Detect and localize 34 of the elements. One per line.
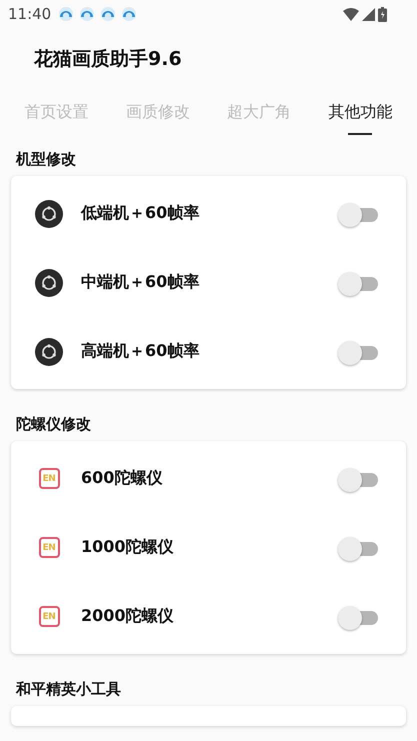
language-icon: EN — [38, 468, 60, 489]
section-title: 机型修改 — [16, 150, 76, 168]
toggle-switch[interactable] — [338, 536, 378, 560]
toggle-switch[interactable] — [338, 604, 378, 628]
setting-label: 低端机＋60帧率 — [81, 203, 200, 224]
notification-icon — [121, 6, 138, 22]
tab[interactable]: 其他功能 — [326, 92, 394, 136]
notification-icon — [58, 6, 74, 22]
notification-icon — [100, 6, 116, 22]
section-title: 陀螺仪修改 — [16, 414, 91, 434]
app-title: 花猫画质助手9.6 — [34, 47, 182, 72]
disc-icon — [35, 200, 63, 228]
signal-icon — [362, 8, 375, 20]
tab[interactable]: 首页设置 — [22, 92, 91, 136]
language-icon: EN — [38, 537, 60, 558]
disc-icon — [35, 338, 63, 366]
notification-icon — [79, 6, 96, 22]
language-icon: EN — [38, 606, 60, 627]
toggle-switch[interactable] — [338, 202, 378, 226]
wifi-icon — [343, 8, 359, 20]
disc-icon — [35, 268, 63, 296]
status-time: 11:40 — [8, 5, 52, 23]
section-title: 和平精英小工具 — [16, 680, 121, 698]
setting-label: 中端机＋60帧率 — [81, 272, 200, 293]
setting-label: 2000陀螺仪 — [81, 606, 174, 627]
tab[interactable]: 超大广角 — [225, 92, 294, 136]
battery-icon — [378, 6, 387, 22]
setting-label: 高端机＋60帧率 — [81, 341, 200, 362]
tab[interactable]: 画质修改 — [124, 92, 192, 136]
setting-label: 600陀螺仪 — [81, 468, 162, 489]
toggle-switch[interactable] — [338, 340, 378, 364]
toggle-switch[interactable] — [338, 466, 378, 490]
setting-label: 1000陀螺仪 — [81, 537, 174, 558]
toggle-switch[interactable] — [338, 270, 378, 294]
